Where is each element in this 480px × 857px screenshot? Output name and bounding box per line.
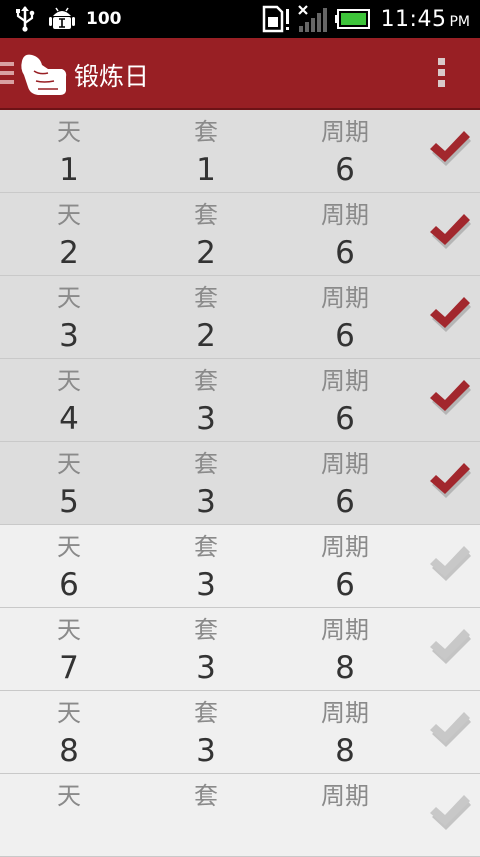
day-label: 天 (57, 782, 81, 810)
checkmark-icon (430, 380, 471, 415)
sets-value: 3 (196, 567, 216, 603)
cycle-value: 6 (335, 318, 355, 354)
clock-time: 11:45 (380, 6, 447, 32)
cycle-label: 周期 (321, 284, 369, 312)
cycle-value: 6 (335, 152, 355, 188)
day-value: 2 (59, 235, 79, 271)
list-item[interactable]: 天 5 套 3 周期 6 (0, 442, 480, 525)
status-bar: 100 11:45 PM (0, 0, 480, 38)
checkmark-icon (430, 463, 471, 498)
list-item[interactable]: 天 2 套 2 周期 6 (0, 193, 480, 276)
day-label: 天 (57, 367, 81, 395)
battery-icon (334, 9, 370, 29)
cycle-value: 6 (335, 567, 355, 603)
sets-label: 套 (194, 118, 218, 146)
checkmark-icon (430, 795, 471, 830)
sets-value: 3 (196, 401, 216, 437)
cycle-value: 8 (335, 650, 355, 686)
day-value: 4 (59, 401, 79, 437)
sets-value: 3 (196, 484, 216, 520)
checkmark-icon (430, 297, 471, 332)
usb-icon (16, 6, 35, 32)
workout-day-list: 天 1 套 1 周期 6 天 2 套 2 周期 6 天 3 套 2 周期 6 天… (0, 110, 480, 857)
sets-value: 1 (196, 152, 216, 188)
list-item[interactable]: 天 套 周期 (0, 774, 480, 857)
day-label: 天 (57, 533, 81, 561)
sets-label: 套 (194, 616, 218, 644)
day-label: 天 (57, 450, 81, 478)
day-label: 天 (57, 118, 81, 146)
overflow-menu-icon[interactable] (436, 58, 446, 90)
cycle-label: 周期 (321, 699, 369, 727)
day-value: 1 (59, 152, 79, 188)
sets-label: 套 (194, 782, 218, 810)
day-value: 6 (59, 567, 79, 603)
cycle-label: 周期 (321, 450, 369, 478)
cycle-value: 6 (335, 401, 355, 437)
sets-label: 套 (194, 450, 218, 478)
sets-value: 2 (196, 318, 216, 354)
cycle-label: 周期 (321, 782, 369, 810)
battery-percent: 100 (86, 9, 122, 29)
list-item[interactable]: 天 4 套 3 周期 6 (0, 359, 480, 442)
cycle-value: 6 (335, 484, 355, 520)
day-label: 天 (57, 284, 81, 312)
sets-label: 套 (194, 699, 218, 727)
list-item[interactable]: 天 6 套 3 周期 6 (0, 525, 480, 608)
android-debug-icon (49, 7, 75, 29)
cycle-label: 周期 (321, 201, 369, 229)
list-item[interactable]: 天 7 套 3 周期 8 (0, 608, 480, 691)
day-label: 天 (57, 699, 81, 727)
sets-label: 套 (194, 284, 218, 312)
checkmark-icon (430, 546, 471, 581)
cycle-label: 周期 (321, 367, 369, 395)
day-value: 5 (59, 484, 79, 520)
cycle-label: 周期 (321, 616, 369, 644)
list-item[interactable]: 天 3 套 2 周期 6 (0, 276, 480, 359)
status-left: 100 (14, 6, 122, 32)
clock-ampm: PM (449, 13, 470, 30)
action-bar: 锻炼日 (0, 38, 480, 110)
cycle-value: 8 (335, 733, 355, 769)
cycle-label: 周期 (321, 118, 369, 146)
day-value: 3 (59, 318, 79, 354)
cycle-label: 周期 (321, 533, 369, 561)
checkmark-icon (430, 712, 471, 747)
signal-icon (297, 5, 327, 32)
sets-label: 套 (194, 367, 218, 395)
list-item[interactable]: 天 1 套 1 周期 6 (0, 110, 480, 193)
day-label: 天 (57, 201, 81, 229)
sim-card-icon (262, 5, 289, 33)
day-value: 7 (59, 650, 79, 686)
up-indicator-icon[interactable] (0, 60, 14, 86)
sets-value: 3 (196, 650, 216, 686)
app-logo-icon[interactable] (18, 51, 68, 97)
checkmark-icon (430, 629, 471, 664)
day-value: 8 (59, 733, 79, 769)
checkmark-icon (430, 131, 471, 166)
sets-value: 2 (196, 235, 216, 271)
checkmark-icon (430, 214, 471, 249)
sets-value: 3 (196, 733, 216, 769)
list-item[interactable]: 天 8 套 3 周期 8 (0, 691, 480, 774)
sets-label: 套 (194, 201, 218, 229)
cycle-value: 6 (335, 235, 355, 271)
sets-label: 套 (194, 533, 218, 561)
status-right: 11:45 PM (261, 4, 470, 34)
day-label: 天 (57, 616, 81, 644)
page-title: 锻炼日 (74, 62, 150, 91)
